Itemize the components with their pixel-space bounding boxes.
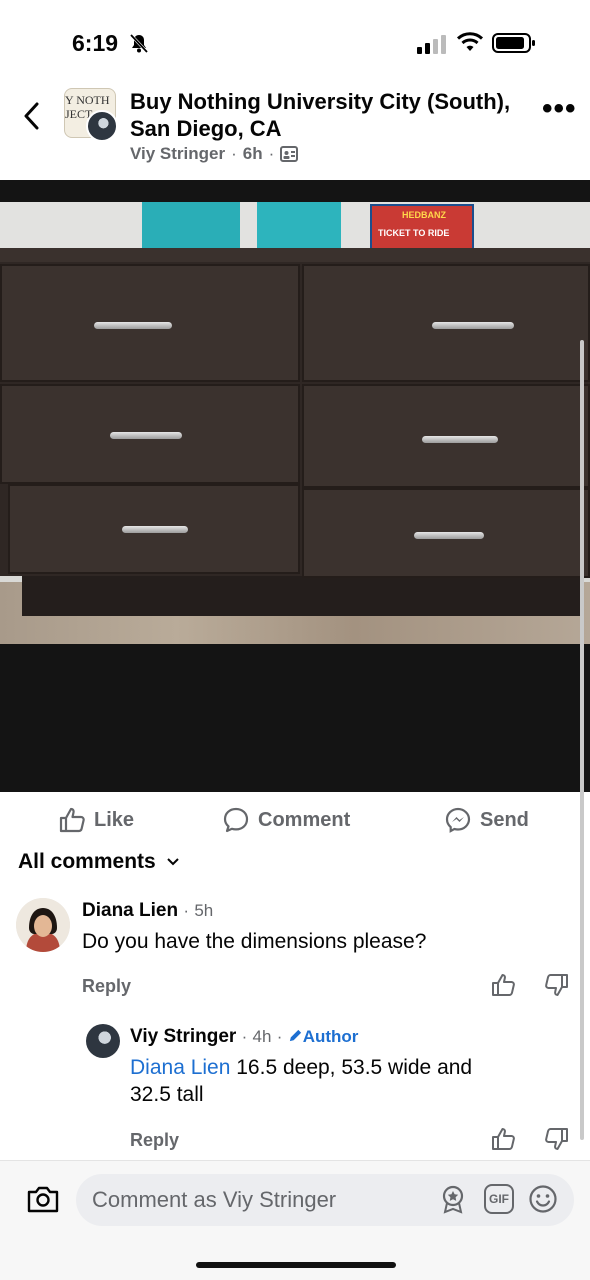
comments-filter-label: All comments [18,850,156,873]
upvote-icon[interactable] [490,972,516,998]
post-photo[interactable]: HEDBANZ TICKET TO RIDE [0,180,590,792]
upvote-icon[interactable] [490,1126,516,1152]
signal-icon [417,35,446,54]
like-label: Like [94,808,135,831]
comment-author: Diana Lien · 5h [82,900,213,922]
more-options-icon[interactable]: ••• [542,94,576,124]
author-badge: Author [288,1027,359,1046]
comment-label: Comment [258,808,351,831]
back-arrow-icon[interactable] [18,100,46,132]
profile-photo [16,898,70,952]
comment-time[interactable]: 5h [194,901,213,920]
status-time: 6:19 [72,30,119,56]
commenter-avatar[interactable] [16,898,70,952]
gif-button[interactable]: GIF [484,1184,514,1214]
like-button[interactable]: Like [58,800,134,840]
drawer-handle [94,322,172,329]
emoji-icon[interactable] [528,1184,558,1214]
avatar-sticker-icon[interactable] [438,1184,468,1214]
separator: · [276,1027,283,1046]
comment-button[interactable]: Comment [222,800,350,840]
separator: · [183,901,190,920]
comment-text: Do you have the dimensions please? [82,930,427,953]
thumbs-up-icon [59,807,85,833]
members-only-icon [280,146,299,162]
downvote-icon[interactable] [544,1126,570,1152]
mention-link[interactable]: Diana Lien [130,1056,230,1079]
author-badge-label: Author [302,1027,359,1046]
bell-off-icon [129,33,149,54]
scrollbar[interactable] [580,340,584,1140]
post-meta: Viy Stringer · 6h · [130,144,299,164]
wifi-icon [456,32,484,51]
reply-author: Viy Stringer · 4h · Author [130,1026,358,1048]
separator: · [241,1027,248,1046]
status-bar: 6:19 [0,0,590,80]
post-time[interactable]: 6h [243,144,263,164]
reply-text: Diana Lien 16.5 deep, 53.5 wide and 32.5… [130,1054,560,1108]
send-button[interactable]: Send [444,800,529,840]
reply-author-name[interactable]: Viy Stringer [130,1026,236,1047]
send-label: Send [480,808,529,831]
camera-icon[interactable] [26,1184,60,1214]
board-game-box: HEDBANZ TICKET TO RIDE [370,204,474,250]
messenger-icon [445,807,471,833]
drawer-handle [110,432,182,439]
reply-button[interactable]: Reply [82,976,131,997]
drawer-handle [432,322,514,329]
group-name[interactable]: Buy Nothing University City (South), San… [130,88,520,142]
reply-text-line2: 32.5 tall [130,1083,204,1106]
drawer-handle [122,526,188,533]
comment-author-name[interactable]: Diana Lien [82,900,178,921]
comment-input-placeholder: Comment as Viy Stringer [92,1187,337,1212]
post-actions: Like Comment Send [0,800,590,840]
chevron-down-icon [166,858,179,866]
reply-text-line1: 16.5 deep, 53.5 wide and [236,1056,473,1079]
drawer-handle [422,436,498,443]
comments-filter[interactable]: All comments [18,850,180,874]
home-indicator[interactable] [196,1262,396,1268]
reply-button[interactable]: Reply [130,1130,179,1151]
battery-icon [492,33,535,53]
comment-bubble-icon [223,807,249,833]
reply-author-avatar[interactable] [86,1024,120,1058]
separator: · [268,144,275,163]
separator: · [231,144,237,163]
poster-avatar[interactable] [86,110,118,142]
post-author[interactable]: Viy Stringer [130,144,225,164]
drawer-handle [414,532,484,539]
pencil-icon [289,1029,301,1042]
downvote-icon[interactable] [544,972,570,998]
reply-time[interactable]: 4h [253,1027,272,1046]
dresser-photo: HEDBANZ TICKET TO RIDE [0,202,590,644]
